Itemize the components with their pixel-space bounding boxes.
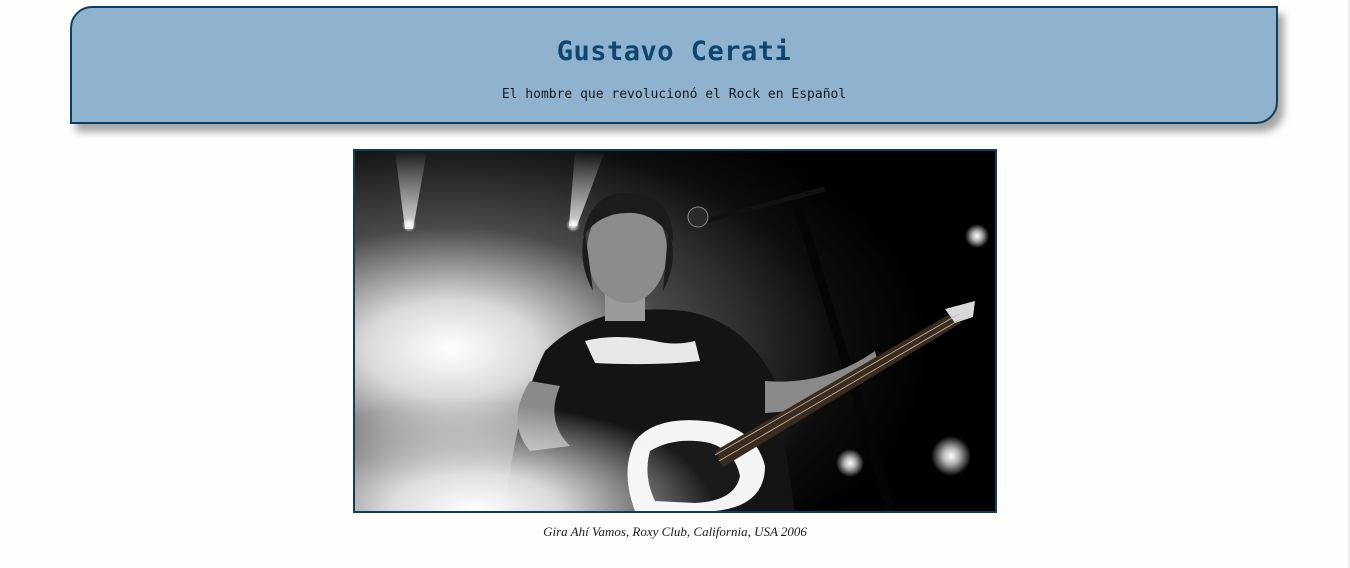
header-banner: Gustavo Cerati El hombre que revolucionó…	[70, 6, 1278, 124]
page-subtitle: El hombre que revolucionó el Rock en Esp…	[501, 87, 847, 102]
page-title: Gustavo Cerati	[556, 36, 792, 67]
concert-photo-image	[355, 151, 995, 511]
concert-photo	[353, 149, 997, 513]
photo-caption: Gira Ahí Vamos, Roxy Club, California, U…	[543, 524, 807, 539]
